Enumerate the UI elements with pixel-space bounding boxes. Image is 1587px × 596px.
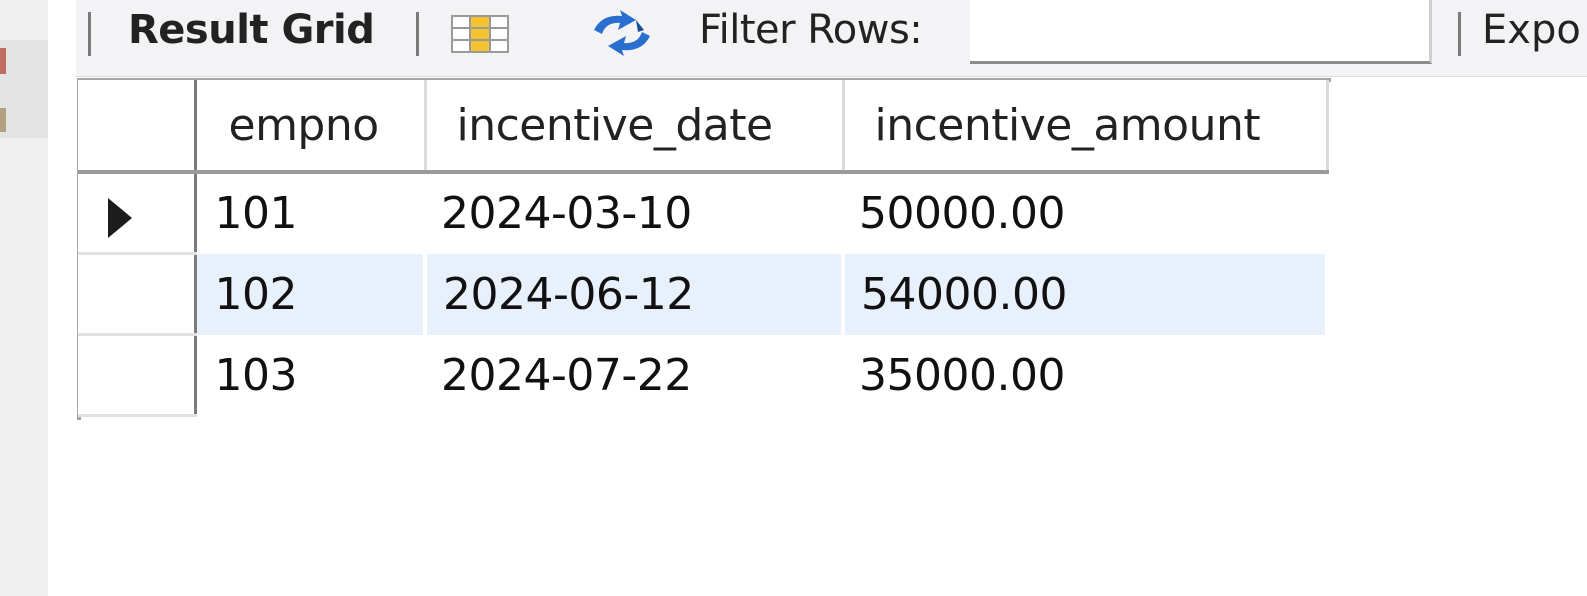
refresh-icon[interactable] [584, 8, 660, 58]
result-toolbar: Result Grid Filter Rows: Expo [76, 0, 1587, 77]
panel-splitter[interactable]: ·· [48, 0, 88, 596]
export-button[interactable]: Expo [1482, 4, 1581, 56]
row-selector-header[interactable] [78, 80, 197, 174]
filter-rows-input[interactable] [970, 0, 1432, 64]
cell-value: 2024-06-12 [443, 268, 694, 320]
cell-empno[interactable]: 101 [195, 172, 425, 254]
row-selector[interactable] [78, 253, 197, 336]
row-selector[interactable] [78, 334, 197, 417]
grid-header-row: empno incentive_date incentive_amount [78, 80, 1329, 174]
cell-value: 50000.00 [859, 188, 1065, 240]
table-row[interactable]: 103 2024-07-22 35000.00 [78, 334, 1327, 417]
column-header-label: incentive_date [456, 99, 774, 151]
cell-empno[interactable]: 103 [195, 334, 425, 416]
result-grid-tab[interactable]: Result Grid [128, 4, 375, 56]
column-header-label: incentive_amount [874, 99, 1261, 151]
toolbar-separator [88, 12, 91, 56]
cell-value: 103 [214, 349, 298, 401]
toolbar-separator [1458, 12, 1461, 56]
cell-incentive-amount[interactable]: 35000.00 [843, 334, 1327, 416]
cell-value: 35000.00 [859, 349, 1065, 401]
cell-value: 2024-07-22 [441, 349, 692, 401]
cell-incentive-amount[interactable]: 54000.00 [843, 253, 1329, 335]
left-sidebar-strip [0, 0, 48, 596]
sidebar-panel [0, 40, 48, 138]
current-row-arrow-icon [108, 198, 132, 238]
cell-incentive-date[interactable]: 2024-06-12 [425, 253, 845, 335]
sidebar-clipped-item [0, 48, 6, 74]
table-row[interactable]: 102 2024-06-12 54000.00 [78, 253, 1329, 336]
column-header-incentive-amount[interactable]: incentive_amount [843, 80, 1329, 174]
table-row[interactable]: 101 2024-03-10 50000.00 [78, 172, 1327, 255]
cell-empno[interactable]: 102 [195, 253, 427, 335]
result-grid-panel: ·· Result Grid Filter Rows: Expo [0, 0, 1587, 596]
cell-incentive-date[interactable]: 2024-03-10 [425, 172, 843, 254]
cell-value: 54000.00 [861, 268, 1067, 320]
cell-value: 101 [214, 188, 298, 240]
filter-rows-label: Filter Rows: [699, 7, 923, 53]
column-header-incentive-date[interactable]: incentive_date [425, 80, 845, 174]
cell-value: 102 [214, 268, 298, 320]
result-grid-table: empno incentive_date incentive_amount 10… [78, 80, 1329, 417]
cell-incentive-date[interactable]: 2024-07-22 [425, 334, 843, 416]
column-header-label: empno [228, 99, 380, 151]
cell-incentive-amount[interactable]: 50000.00 [843, 172, 1327, 254]
toolbar-separator [416, 12, 419, 56]
cell-value: 2024-03-10 [441, 188, 692, 240]
column-header-empno[interactable]: empno [195, 80, 427, 174]
grid-layout-icon[interactable] [450, 14, 510, 54]
row-selector[interactable] [78, 172, 197, 255]
sidebar-clipped-item [0, 108, 6, 132]
